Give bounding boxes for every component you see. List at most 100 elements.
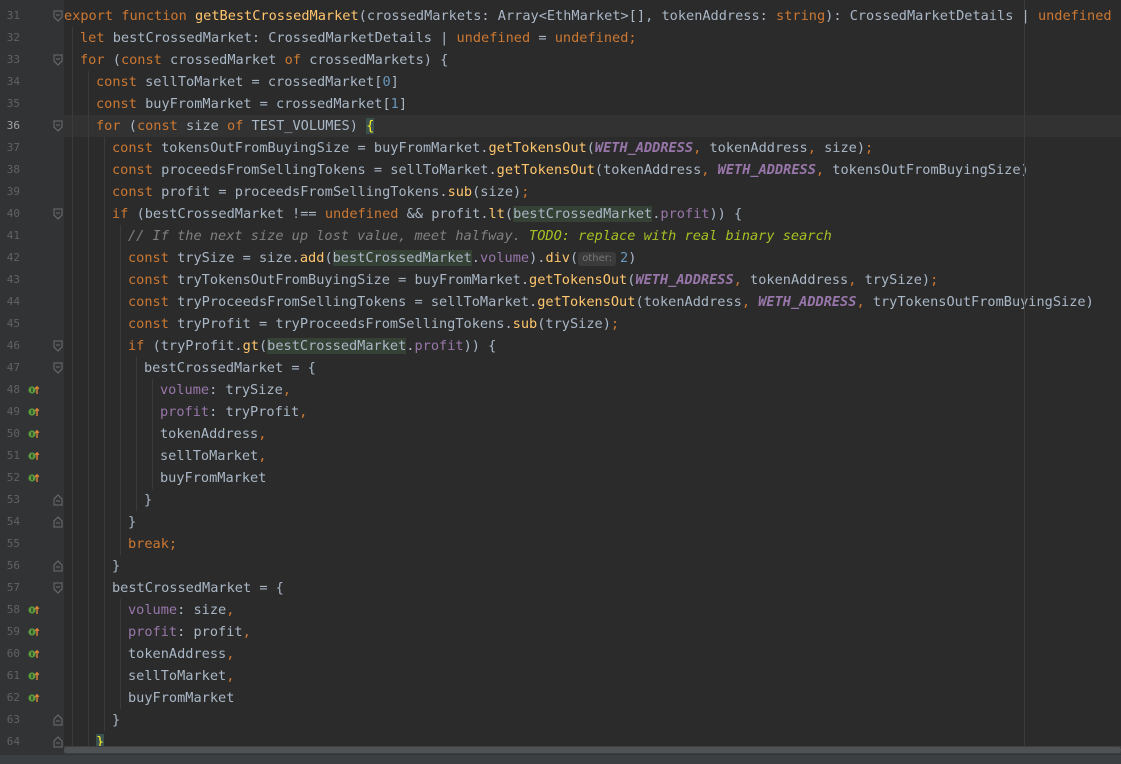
code-line[interactable]: // If the next size up lost value, meet … — [64, 225, 1121, 247]
implements-interface-icon[interactable] — [28, 428, 40, 440]
gutter-row[interactable]: 32 — [0, 27, 64, 49]
code-line[interactable]: const tryProceedsFromSellingTokens = sel… — [64, 291, 1121, 313]
gutter-row[interactable]: 48 — [0, 379, 64, 401]
editor-gutter[interactable]: 31 32 33 34 35 36 37 38 39 40 41 42 43 44 45 46 47 48 49 50… — [0, 0, 64, 763]
fold-open-icon[interactable] — [53, 10, 63, 22]
code-line[interactable]: buyFromMarket — [64, 687, 1121, 709]
fold-close-icon[interactable] — [53, 736, 63, 748]
code-line[interactable]: for (const crossedMarket of crossedMarke… — [64, 49, 1121, 71]
code-line[interactable]: const trySize = size.add(bestCrossedMark… — [64, 247, 1121, 269]
gutter-row[interactable]: 45 — [0, 313, 64, 335]
code-line[interactable]: export function getBestCrossedMarket(cro… — [64, 5, 1121, 27]
implements-interface-icon[interactable] — [28, 692, 40, 704]
gutter-row[interactable]: 63 — [0, 709, 64, 731]
gutter-row[interactable]: 44 — [0, 291, 64, 313]
fold-open-icon[interactable] — [53, 120, 63, 132]
code-line[interactable]: } — [64, 555, 1121, 577]
code-line[interactable]: let bestCrossedMarket: CrossedMarketDeta… — [64, 27, 1121, 49]
code-line[interactable]: tokenAddress, — [64, 423, 1121, 445]
gutter-row[interactable]: 60 — [0, 643, 64, 665]
code-line[interactable]: const profit = proceedsFromSellingTokens… — [64, 181, 1121, 203]
gutter-row[interactable]: 50 — [0, 423, 64, 445]
gutter-row[interactable]: 55 — [0, 533, 64, 555]
code-line[interactable]: profit: profit, — [64, 621, 1121, 643]
gutter-row[interactable]: 56 — [0, 555, 64, 577]
gutter-row[interactable]: 35 — [0, 93, 64, 115]
code-line[interactable]: sellToMarket, — [64, 665, 1121, 687]
code-line[interactable]: bestCrossedMarket = { — [64, 357, 1121, 379]
gutter-row[interactable]: 41 — [0, 225, 64, 247]
fold-open-icon[interactable] — [53, 208, 63, 220]
gutter-row[interactable]: 39 — [0, 181, 64, 203]
gutter-row[interactable]: 59 — [0, 621, 64, 643]
code-line[interactable]: } — [64, 489, 1121, 511]
code-editor[interactable]: 31 32 33 34 35 36 37 38 39 40 41 42 43 44 45 46 47 48 49 50… — [0, 0, 1121, 764]
gutter-row[interactable]: 42 — [0, 247, 64, 269]
code-token: undefined — [456, 30, 531, 46]
code-line[interactable]: const buyFromMarket = crossedMarket[1] — [64, 93, 1121, 115]
gutter-row[interactable]: 64 — [0, 731, 64, 753]
code-line[interactable]: volume: trySize, — [64, 379, 1121, 401]
gutter-row[interactable]: 46 — [0, 335, 64, 357]
gutter-row[interactable]: 43 — [0, 269, 64, 291]
code-line[interactable]: volume: size, — [64, 599, 1121, 621]
gutter-row[interactable]: 34 — [0, 71, 64, 93]
gutter-row[interactable]: 36 — [0, 115, 64, 137]
implements-interface-icon[interactable] — [28, 648, 40, 660]
code-line[interactable]: const tokensOutFromBuyingSize = buyFromM… — [64, 137, 1121, 159]
fold-open-icon[interactable] — [53, 582, 63, 594]
code-line[interactable]: tokenAddress, — [64, 643, 1121, 665]
implements-interface-icon[interactable] — [28, 604, 40, 616]
horizontal-scrollbar-thumb[interactable] — [64, 747, 1121, 753]
horizontal-scrollbar[interactable] — [64, 746, 1121, 754]
code-area[interactable]: export function getBestCrossedMarket(cro… — [64, 0, 1121, 763]
code-token: sellToMarket — [160, 448, 259, 464]
implements-interface-icon[interactable] — [28, 450, 40, 462]
code-line[interactable]: const proceedsFromSellingTokens = sellTo… — [64, 159, 1121, 181]
indent-guide — [120, 621, 121, 643]
code-line[interactable]: const tryProfit = tryProceedsFromSelling… — [64, 313, 1121, 335]
fold-open-icon[interactable] — [53, 362, 63, 374]
implements-interface-icon[interactable] — [28, 626, 40, 638]
indent-guide — [88, 247, 89, 269]
implements-interface-icon[interactable] — [28, 406, 40, 418]
code-line[interactable]: bestCrossedMarket = { — [64, 577, 1121, 599]
gutter-row[interactable]: 53 — [0, 489, 64, 511]
gutter-row[interactable]: 61 — [0, 665, 64, 687]
implements-interface-icon[interactable] — [28, 472, 40, 484]
gutter-row[interactable]: 54 — [0, 511, 64, 533]
code-line[interactable]: if (bestCrossedMarket !== undefined && p… — [64, 203, 1121, 225]
implements-interface-icon[interactable] — [28, 670, 40, 682]
code-line[interactable]: buyFromMarket — [64, 467, 1121, 489]
gutter-row[interactable]: 31 — [0, 5, 64, 27]
gutter-row[interactable]: 37 — [0, 137, 64, 159]
fold-open-icon[interactable] — [53, 340, 63, 352]
fold-close-icon[interactable] — [53, 494, 63, 506]
gutter-row[interactable]: 58 — [0, 599, 64, 621]
code-line[interactable]: profit: tryProfit, — [64, 401, 1121, 423]
code-line[interactable]: } — [64, 511, 1121, 533]
gutter-row[interactable]: 57 — [0, 577, 64, 599]
gutter-row[interactable]: 47 — [0, 357, 64, 379]
code-line[interactable]: const tryTokensOutFromBuyingSize = buyFr… — [64, 269, 1121, 291]
fold-close-icon[interactable] — [53, 560, 63, 572]
code-line[interactable]: break; — [64, 533, 1121, 555]
code-line[interactable]: if (tryProfit.gt(bestCrossedMarket.profi… — [64, 335, 1121, 357]
code-line[interactable]: for (const size of TEST_VOLUMES) { — [64, 115, 1121, 137]
fold-close-icon[interactable] — [53, 714, 63, 726]
code-token: const — [128, 294, 178, 310]
indent-guide — [88, 115, 89, 137]
gutter-row[interactable]: 52 — [0, 467, 64, 489]
fold-open-icon[interactable] — [53, 54, 63, 66]
gutter-row[interactable]: 38 — [0, 159, 64, 181]
gutter-row[interactable]: 51 — [0, 445, 64, 467]
gutter-row[interactable]: 62 — [0, 687, 64, 709]
implements-interface-icon[interactable] — [28, 384, 40, 396]
gutter-row[interactable]: 33 — [0, 49, 64, 71]
code-line[interactable]: const sellToMarket = crossedMarket[0] — [64, 71, 1121, 93]
gutter-row[interactable]: 49 — [0, 401, 64, 423]
gutter-row[interactable]: 40 — [0, 203, 64, 225]
code-line[interactable]: sellToMarket, — [64, 445, 1121, 467]
code-line[interactable]: } — [64, 709, 1121, 731]
fold-close-icon[interactable] — [53, 516, 63, 528]
